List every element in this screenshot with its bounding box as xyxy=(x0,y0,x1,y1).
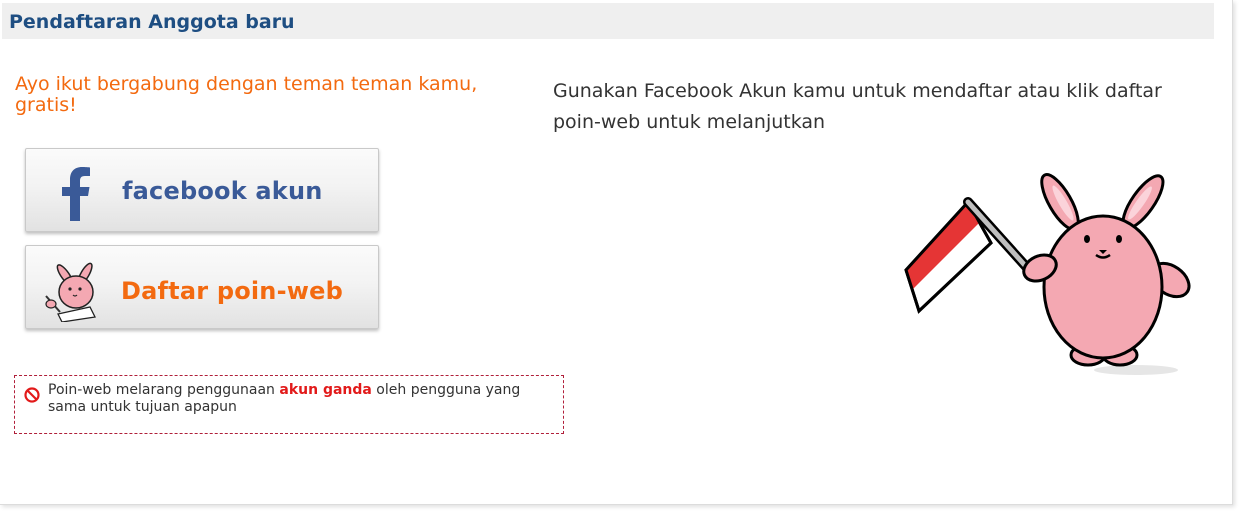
poinweb-button-label: Daftar poin-web xyxy=(121,277,343,305)
multiple-account-notice: Poin-web melarang penggunaan akun ganda … xyxy=(14,375,564,434)
registration-panel: Pendaftaran Anggota baru Ayo ikut bergab… xyxy=(0,0,1233,505)
tagline: Ayo ikut bergabung dengan teman teman ka… xyxy=(15,73,478,116)
prohibited-icon xyxy=(24,387,40,403)
rabbit-flag-mascot-icon xyxy=(904,173,1191,375)
page-title: Pendaftaran Anggota baru xyxy=(9,11,295,33)
notice-text-before: Poin-web melarang penggunaan xyxy=(48,382,280,398)
facebook-f-icon xyxy=(62,167,90,221)
intro-text: Gunakan Facebook Akun kamu untuk mendaft… xyxy=(553,80,1162,133)
rabbit-writing-icon xyxy=(45,262,96,322)
facebook-login-button[interactable]: facebook akun xyxy=(25,148,379,232)
notice-highlight: akun ganda xyxy=(279,382,372,398)
facebook-button-label: facebook akun xyxy=(122,177,323,205)
poinweb-register-button[interactable]: Daftar poin-web xyxy=(25,245,379,329)
notice-text: Poin-web melarang penggunaan akun ganda … xyxy=(48,382,528,416)
